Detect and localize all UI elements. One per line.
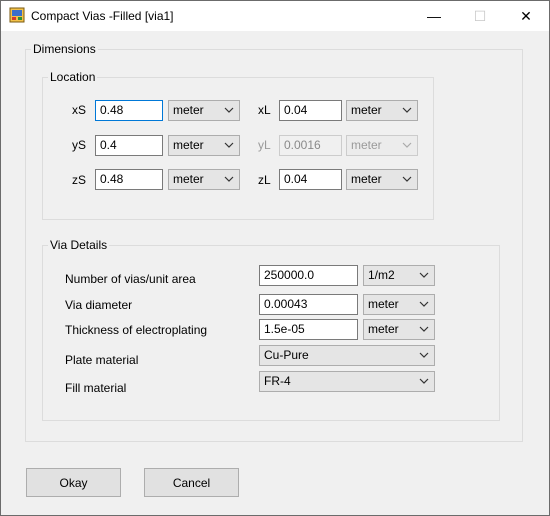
okay-button[interactable]: Okay xyxy=(26,468,121,497)
chevron-down-icon xyxy=(419,301,429,307)
zl-unit-select[interactable]: meter xyxy=(346,169,418,190)
yl-label: yL xyxy=(258,138,271,152)
maximize-icon: ☐ xyxy=(473,7,487,24)
zs-unit-value: meter xyxy=(173,172,204,186)
thickness-unit-select[interactable]: meter xyxy=(363,319,435,340)
zs-label: zS xyxy=(72,173,87,187)
chevron-down-icon xyxy=(419,272,429,278)
zs-unit-select[interactable]: meter xyxy=(168,169,240,190)
xs-unit-value: meter xyxy=(173,103,204,117)
plate-material-value: Cu-Pure xyxy=(264,348,309,362)
chevron-down-icon xyxy=(419,326,429,332)
window-title: Compact Vias -Filled [via1] xyxy=(31,9,174,23)
ys-label: yS xyxy=(72,138,87,152)
chevron-down-icon xyxy=(224,107,234,113)
minimize-icon: — xyxy=(427,8,441,24)
fill-material-value: FR-4 xyxy=(264,374,291,388)
chevron-down-icon xyxy=(419,352,429,358)
fill-material-label: Fill material xyxy=(65,381,127,395)
dialog-window: Compact Vias -Filled [via1] — ☐ ✕ Dimens… xyxy=(0,0,550,516)
app-icon xyxy=(9,7,25,23)
via-diameter-input[interactable]: 0.00043 xyxy=(259,294,358,315)
xl-unit-value: meter xyxy=(351,103,382,117)
via-diameter-label: Via diameter xyxy=(65,298,133,312)
xl-unit-select[interactable]: meter xyxy=(346,100,418,121)
zs-input[interactable]: 0.48 xyxy=(95,169,163,190)
chevron-down-icon xyxy=(224,142,234,148)
plate-material-label: Plate material xyxy=(65,353,139,367)
zl-input[interactable]: 0.04 xyxy=(279,169,342,190)
title-bar[interactable]: Compact Vias -Filled [via1] — ☐ ✕ xyxy=(1,1,549,31)
ys-input[interactable]: 0.4 xyxy=(95,135,163,156)
maximize-button: ☐ xyxy=(457,1,503,31)
chevron-down-icon xyxy=(224,176,234,182)
yl-unit-value: meter xyxy=(351,138,382,152)
fill-material-select[interactable]: FR-4 xyxy=(259,371,435,392)
close-icon: ✕ xyxy=(520,7,532,24)
chevron-down-icon xyxy=(402,142,412,148)
yl-input: 0.0016 xyxy=(279,135,342,156)
chevron-down-icon xyxy=(402,107,412,113)
via-diameter-unit-value: meter xyxy=(368,297,399,311)
minimize-button[interactable]: — xyxy=(411,1,457,31)
zl-label: zL xyxy=(258,173,271,187)
thickness-input[interactable]: 1.5e-05 xyxy=(259,319,358,340)
xs-label: xS xyxy=(72,103,87,117)
dimensions-group-label: Dimensions xyxy=(31,42,98,56)
thickness-label: Thickness of electroplating xyxy=(65,323,208,337)
chevron-down-icon xyxy=(402,176,412,182)
num-vias-unit-value: 1/m2 xyxy=(368,268,395,282)
num-vias-unit-select[interactable]: 1/m2 xyxy=(363,265,435,286)
ys-unit-value: meter xyxy=(173,138,204,152)
zl-unit-value: meter xyxy=(351,172,382,186)
xs-unit-select[interactable]: meter xyxy=(168,100,240,121)
location-group-label: Location xyxy=(48,70,98,84)
xl-input[interactable]: 0.04 xyxy=(279,100,342,121)
num-vias-label: Number of vias/unit area xyxy=(65,272,196,286)
close-button[interactable]: ✕ xyxy=(503,1,549,31)
xl-label: xL xyxy=(258,103,271,117)
via-details-group-label: Via Details xyxy=(48,238,110,252)
cancel-button[interactable]: Cancel xyxy=(144,468,239,497)
chevron-down-icon xyxy=(419,378,429,384)
xs-input[interactable]: 0.48 xyxy=(95,100,163,121)
ys-unit-select[interactable]: meter xyxy=(168,135,240,156)
via-diameter-unit-select[interactable]: meter xyxy=(363,294,435,315)
yl-unit-select: meter xyxy=(346,135,418,156)
plate-material-select[interactable]: Cu-Pure xyxy=(259,345,435,366)
thickness-unit-value: meter xyxy=(368,322,399,336)
num-vias-input[interactable]: 250000.0 xyxy=(259,265,358,286)
